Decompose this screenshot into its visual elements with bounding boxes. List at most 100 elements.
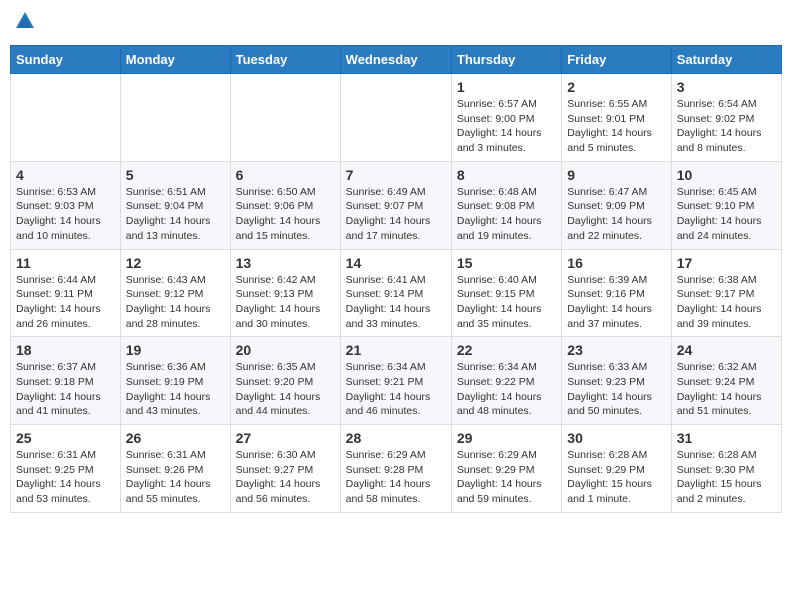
day-info: Sunrise: 6:28 AM Sunset: 9:29 PM Dayligh… <box>567 448 665 507</box>
col-header-saturday: Saturday <box>671 46 781 74</box>
day-info: Sunrise: 6:33 AM Sunset: 9:23 PM Dayligh… <box>567 360 665 419</box>
calendar-cell: 12 Sunrise: 6:43 AM Sunset: 9:12 PM Dayli… <box>120 249 230 337</box>
calendar-week-5: 25 Sunrise: 6:31 AM Sunset: 9:25 PM Dayli… <box>11 425 782 513</box>
calendar-cell: 24 Sunrise: 6:32 AM Sunset: 9:24 PM Dayli… <box>671 337 781 425</box>
day-number: 7 <box>346 167 446 183</box>
col-header-thursday: Thursday <box>451 46 561 74</box>
logo <box>14 10 40 37</box>
day-number: 2 <box>567 79 665 95</box>
col-header-friday: Friday <box>562 46 671 74</box>
calendar-cell <box>340 74 451 162</box>
calendar-cell: 27 Sunrise: 6:30 AM Sunset: 9:27 PM Dayli… <box>230 425 340 513</box>
day-info: Sunrise: 6:29 AM Sunset: 9:28 PM Dayligh… <box>346 448 446 507</box>
calendar-cell: 17 Sunrise: 6:38 AM Sunset: 9:17 PM Dayli… <box>671 249 781 337</box>
day-info: Sunrise: 6:53 AM Sunset: 9:03 PM Dayligh… <box>16 185 115 244</box>
calendar-cell: 29Sunrise: 6:29 AM Sunset: 9:29 PM Dayli… <box>451 425 561 513</box>
calendar-week-3: 11 Sunrise: 6:44 AM Sunset: 9:11 PM Dayli… <box>11 249 782 337</box>
day-info: Sunrise: 6:39 AM Sunset: 9:16 PM Dayligh… <box>567 273 665 332</box>
day-info: Sunrise: 6:41 AM Sunset: 9:14 PM Dayligh… <box>346 273 446 332</box>
day-number: 19 <box>126 342 225 358</box>
day-number: 8 <box>457 167 556 183</box>
calendar-cell: 11 Sunrise: 6:44 AM Sunset: 9:11 PM Dayli… <box>11 249 121 337</box>
day-number: 3 <box>677 79 776 95</box>
day-number: 24 <box>677 342 776 358</box>
day-number: 25 <box>16 430 115 446</box>
day-number: 18 <box>16 342 115 358</box>
calendar-table: SundayMondayTuesdayWednesdayThursdayFrid… <box>10 45 782 513</box>
day-number: 4 <box>16 167 115 183</box>
day-info: Sunrise: 6:34 AM Sunset: 9:22 PM Dayligh… <box>457 360 556 419</box>
calendar-cell: 23Sunrise: 6:33 AM Sunset: 9:23 PM Dayli… <box>562 337 671 425</box>
day-info: Sunrise: 6:37 AM Sunset: 9:18 PM Dayligh… <box>16 360 115 419</box>
day-number: 6 <box>236 167 335 183</box>
day-number: 26 <box>126 430 225 446</box>
calendar-cell: 13 Sunrise: 6:42 AM Sunset: 9:13 PM Dayli… <box>230 249 340 337</box>
day-number: 17 <box>677 255 776 271</box>
day-number: 12 <box>126 255 225 271</box>
calendar-cell: 20 Sunrise: 6:35 AM Sunset: 9:20 PM Dayli… <box>230 337 340 425</box>
day-number: 22 <box>457 342 556 358</box>
day-info: Sunrise: 6:42 AM Sunset: 9:13 PM Dayligh… <box>236 273 335 332</box>
day-info: Sunrise: 6:44 AM Sunset: 9:11 PM Dayligh… <box>16 273 115 332</box>
day-info: Sunrise: 6:35 AM Sunset: 9:20 PM Dayligh… <box>236 360 335 419</box>
calendar-week-1: 1 Sunrise: 6:57 AM Sunset: 9:00 PM Daylig… <box>11 74 782 162</box>
day-info: Sunrise: 6:36 AM Sunset: 9:19 PM Dayligh… <box>126 360 225 419</box>
calendar-cell: 14Sunrise: 6:41 AM Sunset: 9:14 PM Dayli… <box>340 249 451 337</box>
calendar-cell: 25 Sunrise: 6:31 AM Sunset: 9:25 PM Dayli… <box>11 425 121 513</box>
calendar-cell: 6 Sunrise: 6:50 AM Sunset: 9:06 PM Daylig… <box>230 161 340 249</box>
calendar-cell: 16 Sunrise: 6:39 AM Sunset: 9:16 PM Dayli… <box>562 249 671 337</box>
calendar-cell: 8 Sunrise: 6:48 AM Sunset: 9:08 PM Daylig… <box>451 161 561 249</box>
day-number: 13 <box>236 255 335 271</box>
calendar-cell: 10 Sunrise: 6:45 AM Sunset: 9:10 PM Dayli… <box>671 161 781 249</box>
day-number: 21 <box>346 342 446 358</box>
calendar-cell: 1 Sunrise: 6:57 AM Sunset: 9:00 PM Daylig… <box>451 74 561 162</box>
day-number: 1 <box>457 79 556 95</box>
day-info: Sunrise: 6:43 AM Sunset: 9:12 PM Dayligh… <box>126 273 225 332</box>
calendar-header-row: SundayMondayTuesdayWednesdayThursdayFrid… <box>11 46 782 74</box>
calendar-cell: 5 Sunrise: 6:51 AM Sunset: 9:04 PM Daylig… <box>120 161 230 249</box>
calendar-cell <box>11 74 121 162</box>
calendar-cell: 15Sunrise: 6:40 AM Sunset: 9:15 PM Dayli… <box>451 249 561 337</box>
day-number: 11 <box>16 255 115 271</box>
col-header-tuesday: Tuesday <box>230 46 340 74</box>
day-info: Sunrise: 6:51 AM Sunset: 9:04 PM Dayligh… <box>126 185 225 244</box>
day-number: 30 <box>567 430 665 446</box>
calendar-cell: 4 Sunrise: 6:53 AM Sunset: 9:03 PM Daylig… <box>11 161 121 249</box>
day-number: 5 <box>126 167 225 183</box>
calendar-week-4: 18 Sunrise: 6:37 AM Sunset: 9:18 PM Dayli… <box>11 337 782 425</box>
calendar-cell <box>230 74 340 162</box>
logo-icon <box>14 10 36 37</box>
day-number: 16 <box>567 255 665 271</box>
day-number: 10 <box>677 167 776 183</box>
day-info: Sunrise: 6:50 AM Sunset: 9:06 PM Dayligh… <box>236 185 335 244</box>
day-info: Sunrise: 6:57 AM Sunset: 9:00 PM Dayligh… <box>457 97 556 156</box>
day-info: Sunrise: 6:38 AM Sunset: 9:17 PM Dayligh… <box>677 273 776 332</box>
day-info: Sunrise: 6:45 AM Sunset: 9:10 PM Dayligh… <box>677 185 776 244</box>
calendar-cell: 3 Sunrise: 6:54 AM Sunset: 9:02 PM Daylig… <box>671 74 781 162</box>
calendar-cell: 22 Sunrise: 6:34 AM Sunset: 9:22 PM Dayli… <box>451 337 561 425</box>
page-header <box>10 10 782 37</box>
day-info: Sunrise: 6:30 AM Sunset: 9:27 PM Dayligh… <box>236 448 335 507</box>
day-info: Sunrise: 6:32 AM Sunset: 9:24 PM Dayligh… <box>677 360 776 419</box>
calendar-cell: 30 Sunrise: 6:28 AM Sunset: 9:29 PM Dayli… <box>562 425 671 513</box>
col-header-wednesday: Wednesday <box>340 46 451 74</box>
col-header-monday: Monday <box>120 46 230 74</box>
day-number: 9 <box>567 167 665 183</box>
day-number: 27 <box>236 430 335 446</box>
day-info: Sunrise: 6:48 AM Sunset: 9:08 PM Dayligh… <box>457 185 556 244</box>
calendar-cell: 28 Sunrise: 6:29 AM Sunset: 9:28 PM Dayli… <box>340 425 451 513</box>
day-info: Sunrise: 6:31 AM Sunset: 9:25 PM Dayligh… <box>16 448 115 507</box>
day-number: 28 <box>346 430 446 446</box>
day-number: 20 <box>236 342 335 358</box>
calendar-week-2: 4 Sunrise: 6:53 AM Sunset: 9:03 PM Daylig… <box>11 161 782 249</box>
calendar-cell <box>120 74 230 162</box>
day-info: Sunrise: 6:29 AM Sunset: 9:29 PM Dayligh… <box>457 448 556 507</box>
calendar-cell: 2Sunrise: 6:55 AM Sunset: 9:01 PM Daylig… <box>562 74 671 162</box>
calendar-cell: 26Sunrise: 6:31 AM Sunset: 9:26 PM Dayli… <box>120 425 230 513</box>
calendar-cell: 7 Sunrise: 6:49 AM Sunset: 9:07 PM Daylig… <box>340 161 451 249</box>
day-info: Sunrise: 6:54 AM Sunset: 9:02 PM Dayligh… <box>677 97 776 156</box>
calendar-cell: 19 Sunrise: 6:36 AM Sunset: 9:19 PM Dayli… <box>120 337 230 425</box>
day-info: Sunrise: 6:47 AM Sunset: 9:09 PM Dayligh… <box>567 185 665 244</box>
day-info: Sunrise: 6:49 AM Sunset: 9:07 PM Dayligh… <box>346 185 446 244</box>
day-info: Sunrise: 6:34 AM Sunset: 9:21 PM Dayligh… <box>346 360 446 419</box>
